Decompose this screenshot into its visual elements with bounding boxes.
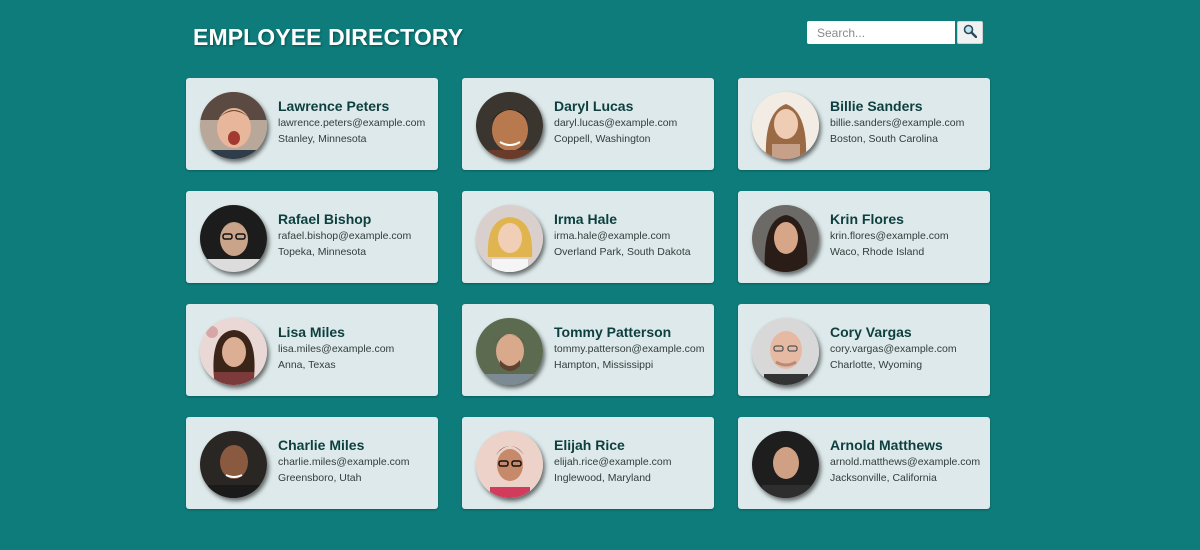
employee-location: Waco, Rhode Island	[830, 246, 925, 258]
employee-email[interactable]: arnold.matthews@example.com	[830, 456, 984, 469]
employee-location: Overland Park, South Dakota	[554, 246, 691, 258]
employee-name: Arnold Matthews	[830, 437, 943, 453]
avatar	[752, 92, 819, 159]
employee-card[interactable]: Lawrence Peters lawrence.peters@example.…	[186, 78, 438, 170]
employee-name: Billie Sanders	[830, 98, 923, 114]
employee-email[interactable]: charlie.miles@example.com	[278, 456, 432, 469]
employee-card[interactable]: Daryl Lucas daryl.lucas@example.com Copp…	[462, 78, 714, 170]
search-bar	[807, 21, 983, 44]
employee-email[interactable]: lisa.miles@example.com	[278, 343, 432, 356]
employee-grid: Lawrence Peters lawrence.peters@example.…	[186, 78, 990, 509]
employee-card[interactable]: Arnold Matthews arnold.matthews@example.…	[738, 417, 990, 509]
employee-name: Lawrence Peters	[278, 98, 390, 114]
employee-email[interactable]: lawrence.peters@example.com	[278, 117, 432, 130]
employee-location: Charlotte, Wyoming	[830, 359, 923, 371]
employee-location: Boston, South Carolina	[830, 133, 938, 145]
search-icon	[963, 24, 978, 41]
avatar	[476, 431, 543, 498]
employee-location: Anna, Texas	[278, 359, 336, 371]
employee-card[interactable]: Charlie Miles charlie.miles@example.com …	[186, 417, 438, 509]
employee-location: Inglewood, Maryland	[554, 472, 651, 484]
employee-name: Daryl Lucas	[554, 98, 634, 114]
employee-name: Krin Flores	[830, 211, 904, 227]
employee-name: Irma Hale	[554, 211, 618, 227]
employee-email[interactable]: cory.vargas@example.com	[830, 343, 984, 356]
avatar	[752, 318, 819, 385]
employee-location: Topeka, Minnesota	[278, 246, 367, 258]
avatar	[752, 431, 819, 498]
employee-card[interactable]: Krin Flores krin.flores@example.com Waco…	[738, 191, 990, 283]
avatar	[476, 318, 543, 385]
employee-name: Cory Vargas	[830, 324, 912, 340]
employee-card[interactable]: Irma Hale irma.hale@example.com Overland…	[462, 191, 714, 283]
employee-name: Lisa Miles	[278, 324, 345, 340]
employee-email[interactable]: daryl.lucas@example.com	[554, 117, 708, 130]
employee-location: Jacksonville, California	[830, 472, 937, 484]
employee-email[interactable]: krin.flores@example.com	[830, 230, 984, 243]
avatar	[752, 205, 819, 272]
employee-location: Hampton, Mississippi	[554, 359, 654, 371]
avatar	[200, 318, 267, 385]
employee-email[interactable]: tommy.patterson@example.com	[554, 343, 708, 356]
employee-card[interactable]: Tommy Patterson tommy.patterson@example.…	[462, 304, 714, 396]
page-title: EMPLOYEE DIRECTORY	[193, 24, 464, 50]
employee-location: Greensboro, Utah	[278, 472, 362, 484]
employee-email[interactable]: irma.hale@example.com	[554, 230, 708, 243]
employee-name: Tommy Patterson	[554, 324, 672, 340]
employee-card[interactable]: Rafael Bishop rafael.bishop@example.com …	[186, 191, 438, 283]
avatar	[200, 205, 267, 272]
search-button[interactable]	[957, 21, 983, 44]
employee-card[interactable]: Elijah Rice elijah.rice@example.com Ingl…	[462, 417, 714, 509]
employee-location: Coppell, Washington	[554, 133, 651, 145]
employee-name: Charlie Miles	[278, 437, 365, 453]
employee-email[interactable]: rafael.bishop@example.com	[278, 230, 432, 243]
avatar	[476, 92, 543, 159]
employee-card[interactable]: Billie Sanders billie.sanders@example.co…	[738, 78, 990, 170]
employee-card[interactable]: Cory Vargas cory.vargas@example.com Char…	[738, 304, 990, 396]
avatar	[476, 205, 543, 272]
avatar	[200, 92, 267, 159]
employee-name: Elijah Rice	[554, 437, 625, 453]
avatar	[200, 431, 267, 498]
search-input[interactable]	[807, 21, 955, 44]
employee-name: Rafael Bishop	[278, 211, 372, 227]
employee-email[interactable]: elijah.rice@example.com	[554, 456, 708, 469]
employee-card[interactable]: Lisa Miles lisa.miles@example.com Anna, …	[186, 304, 438, 396]
employee-email[interactable]: billie.sanders@example.com	[830, 117, 984, 130]
employee-location: Stanley, Minnesota	[278, 133, 367, 145]
